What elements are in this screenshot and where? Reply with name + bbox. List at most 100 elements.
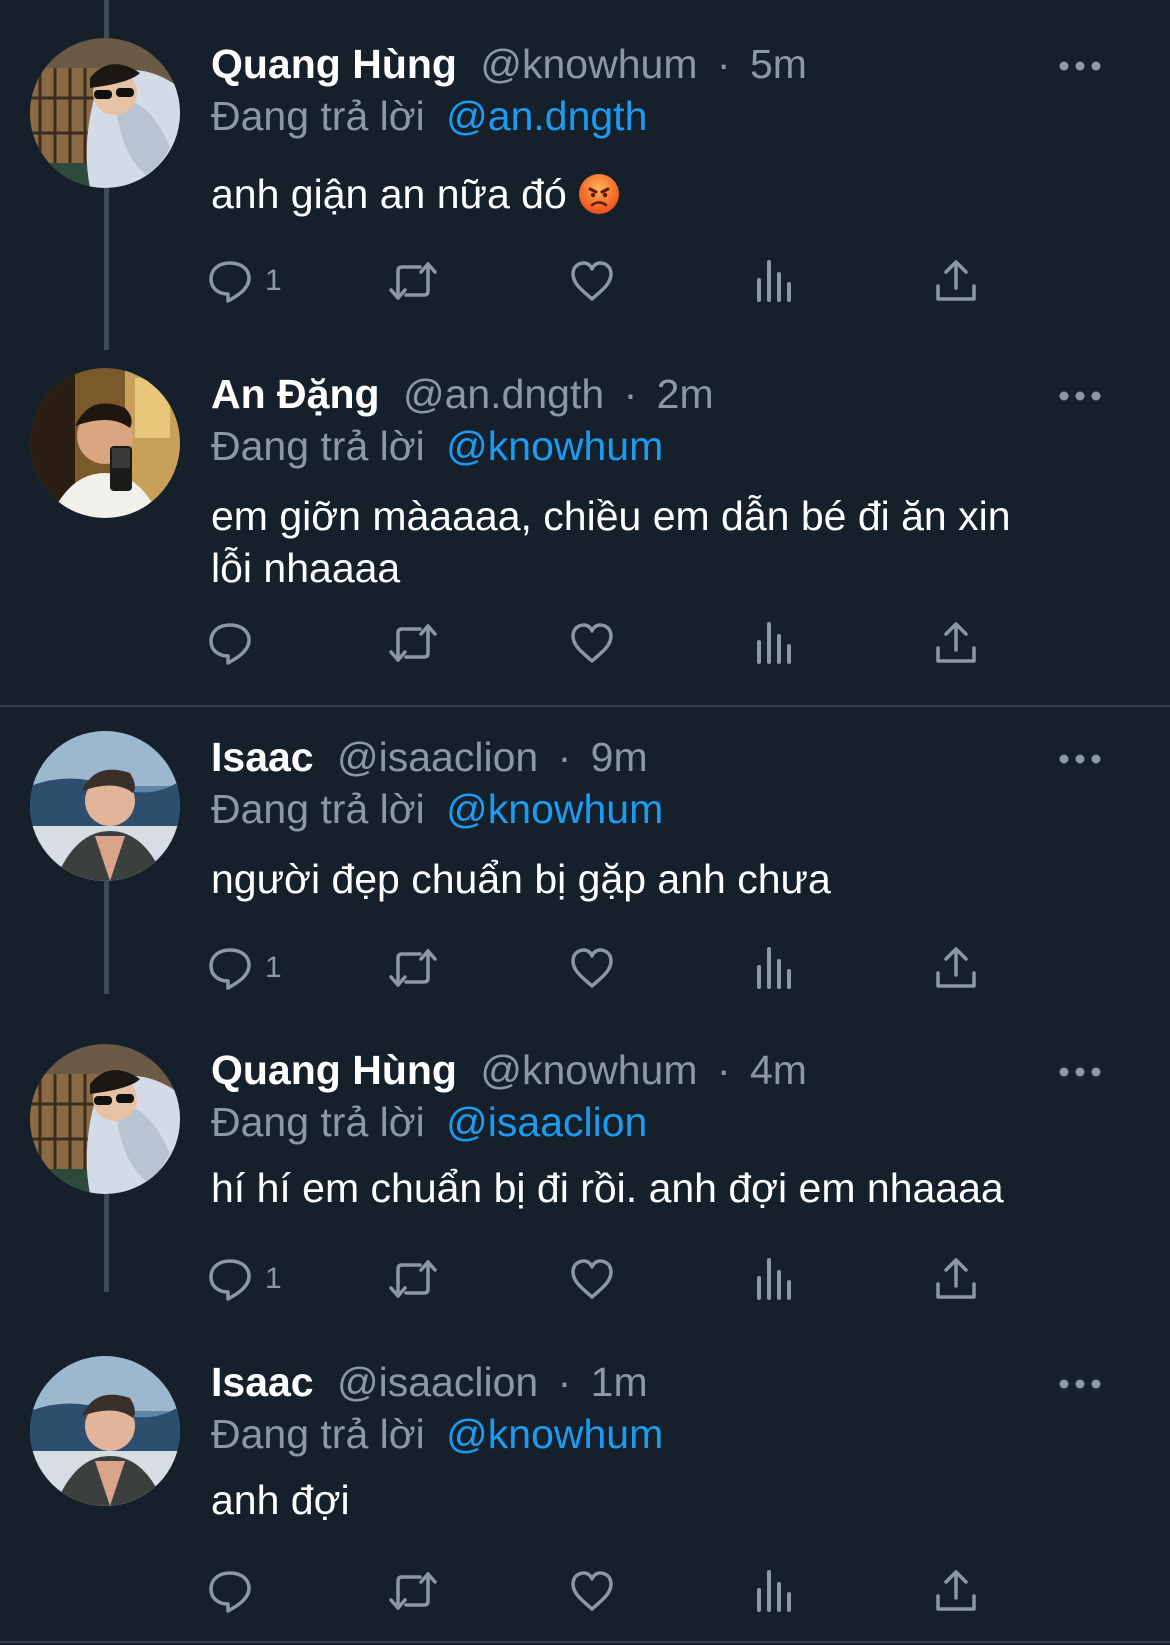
analytics-button[interactable] [751,1566,797,1616]
avatar-quang-hung[interactable] [30,38,180,188]
tweet-text: anh giận an nữa đó [211,168,1091,220]
display-name[interactable]: Quang Hùng [211,1047,457,1093]
share-icon [936,622,976,663]
share-button[interactable] [933,1254,979,1304]
analytics-button[interactable] [751,1254,797,1304]
retweet-icon [389,262,437,300]
reply-button[interactable] [207,618,265,668]
tweet-text-content: anh giận an nữa đó [211,171,567,217]
retweet-button[interactable] [388,943,438,993]
like-icon [571,948,613,988]
reply-count: 1 [265,264,282,297]
timestamp[interactable]: 1m [591,1359,648,1405]
tweet-header: Quang Hùng @knowhum · 4m [211,1044,807,1096]
display-name[interactable]: An Đặng [211,371,380,417]
timestamp[interactable]: 5m [750,41,807,87]
analytics-button[interactable] [751,256,797,306]
avatar-image [30,38,180,188]
separator: · [557,1359,572,1405]
tweet-text-content: anh đợi [211,1477,350,1523]
analytics-button[interactable] [751,943,797,993]
retweet-button[interactable] [388,1254,438,1304]
more-icon[interactable] [1058,1378,1102,1390]
user-handle[interactable]: @knowhum [480,41,697,87]
avatar-isaac[interactable] [30,1356,180,1506]
replying-to-label: Đang trả lời [211,786,425,832]
retweet-button[interactable] [388,1566,438,1616]
replying-to-label: Đang trả lời [211,1411,425,1457]
share-icon [936,1570,976,1611]
timestamp[interactable]: 4m [750,1047,807,1093]
separator: · [557,734,572,780]
tweet-text: anh đợi [211,1474,1091,1526]
tweet-text: người đẹp chuẩn bị gặp anh chưa [211,853,1091,905]
mention-link[interactable]: @isaaclion [446,1099,647,1145]
angry-face-emoji-icon [578,174,619,214]
like-button[interactable] [569,1566,615,1616]
replying-to-label: Đang trả lời [211,93,425,139]
share-icon [936,947,976,988]
tweet-actions: 1 [209,1254,1061,1304]
more-icon[interactable] [1058,753,1102,765]
replying-to: Đang trả lời @knowhum [211,783,663,835]
conversation-timeline: Quang Hùng @knowhum · 5m Đang trả lời @a… [0,0,1170,1645]
analytics-icon [757,947,791,989]
replying-to-label: Đang trả lời [211,1099,425,1145]
replying-to: Đang trả lời @knowhum [211,420,663,472]
mention-link[interactable]: @knowhum [446,423,663,469]
mention-link[interactable]: @an.dngth [446,93,647,139]
analytics-icon [757,1570,791,1612]
reply-icon [209,1571,251,1613]
analytics-icon [757,1258,791,1300]
share-button[interactable] [933,256,979,306]
like-button[interactable] [569,256,615,306]
avatar-quang-hung[interactable] [30,1044,180,1194]
share-button[interactable] [933,943,979,993]
user-handle[interactable]: @an.dngth [403,371,604,417]
more-icon[interactable] [1058,390,1102,402]
mention-link[interactable]: @knowhum [446,1411,663,1457]
reply-button[interactable] [207,1566,265,1616]
timestamp[interactable]: 9m [591,734,648,780]
user-handle[interactable]: @isaaclion [337,734,538,780]
share-icon [936,260,976,301]
retweet-button[interactable] [388,256,438,306]
user-handle[interactable]: @knowhum [480,1047,697,1093]
timestamp[interactable]: 2m [657,371,714,417]
avatar-an-dang[interactable] [30,368,180,518]
reply-button[interactable]: 1 [207,256,282,306]
tweet-text: hí hí em chuẩn bị đi rồi. anh đợi em nha… [211,1162,1091,1214]
display-name[interactable]: Quang Hùng [211,41,457,87]
like-button[interactable] [569,1254,615,1304]
like-button[interactable] [569,618,615,668]
share-button[interactable] [933,618,979,668]
tweet-header: Isaac @isaaclion · 1m [211,1356,648,1408]
replying-to-label: Đang trả lời [211,423,425,469]
replying-to: Đang trả lời @knowhum [211,1408,663,1460]
share-button[interactable] [933,1566,979,1616]
mention-link[interactable]: @knowhum [446,786,663,832]
separator: · [623,371,638,417]
reply-button[interactable]: 1 [207,943,282,993]
more-icon[interactable] [1058,1066,1102,1078]
reply-icon [209,261,251,303]
tweet-text: em giỡn màaaaa, chiều em dẫn bé đi ăn xi… [211,490,1091,594]
analytics-button[interactable] [751,618,797,668]
thread-line [104,0,109,38]
reply-icon [209,1259,251,1301]
reply-button[interactable]: 1 [207,1254,282,1304]
like-button[interactable] [569,943,615,993]
display-name[interactable]: Isaac [211,734,314,780]
analytics-icon [757,622,791,664]
avatar-image [30,1356,180,1506]
conversation-divider [0,705,1170,707]
avatar-image [30,731,180,881]
user-handle[interactable]: @isaaclion [337,1359,538,1405]
tweet-actions [209,1566,1061,1616]
retweet-icon [389,624,437,662]
more-icon[interactable] [1058,60,1102,72]
retweet-icon [389,949,437,987]
display-name[interactable]: Isaac [211,1359,314,1405]
avatar-isaac[interactable] [30,731,180,881]
retweet-button[interactable] [388,618,438,668]
